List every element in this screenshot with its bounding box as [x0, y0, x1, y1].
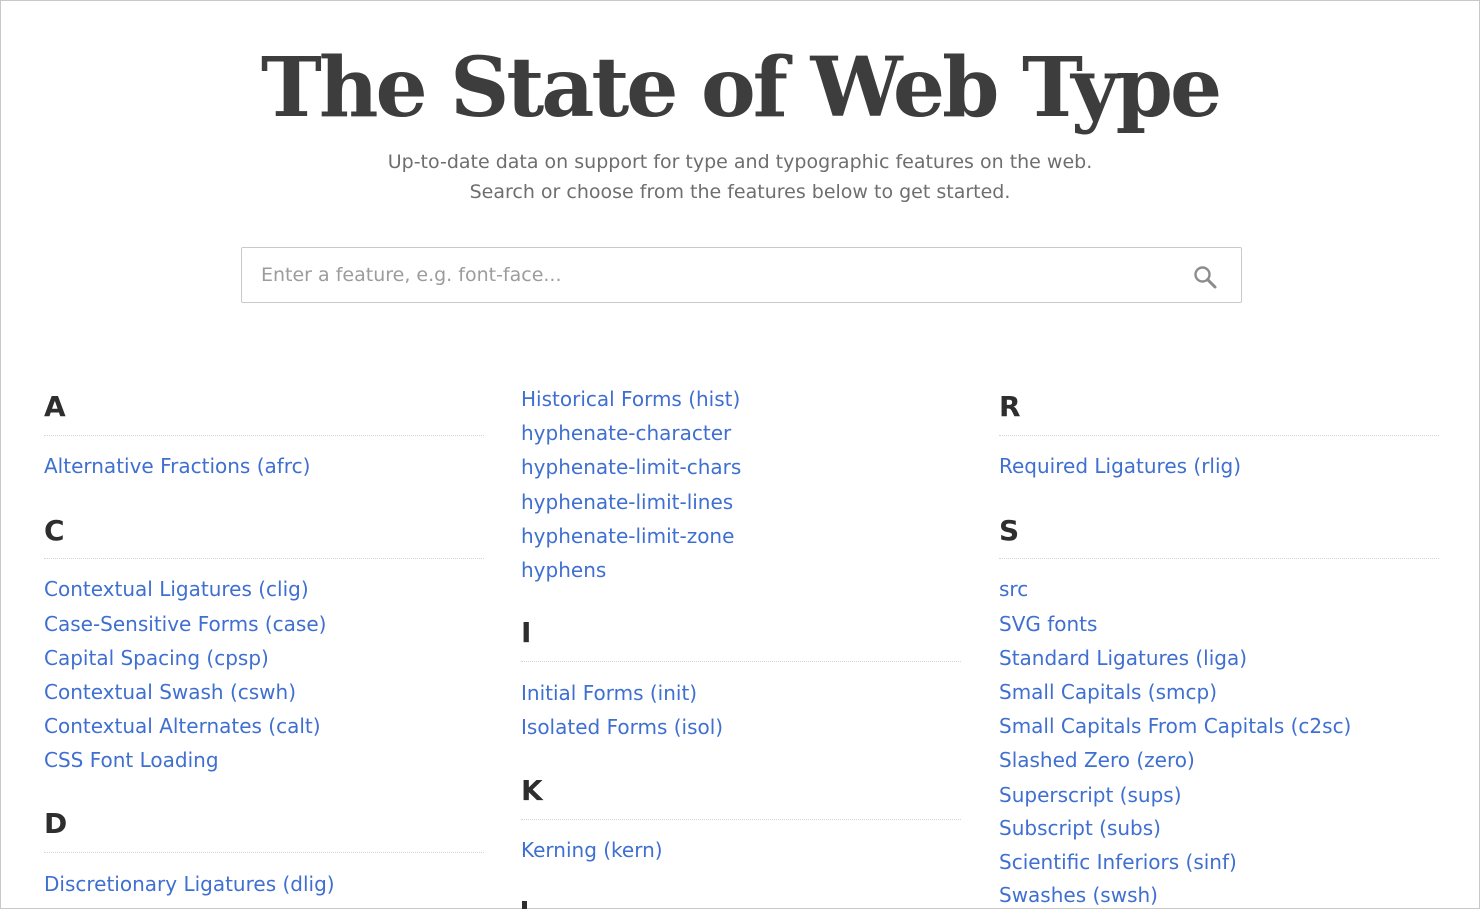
section-divider — [999, 558, 1439, 559]
feature-link[interactable]: hyphenate-limit-zone — [521, 523, 734, 549]
feature-link[interactable]: Isolated Forms (isol) — [521, 714, 723, 740]
section-letter-d: D — [44, 807, 68, 840]
feature-link[interactable]: SVG fonts — [999, 611, 1097, 637]
feature-link[interactable]: Required Ligatures (rlig) — [999, 453, 1241, 479]
feature-link[interactable]: Superscript (sups) — [999, 782, 1182, 808]
feature-link[interactable]: Kerning (kern) — [521, 837, 663, 863]
feature-link[interactable]: Scientific Inferiors (sinf) — [999, 849, 1237, 875]
feature-link[interactable]: Case-Sensitive Forms (case) — [44, 611, 326, 637]
page-subtitle-line-1: Up-to-date data on support for type and … — [387, 151, 1093, 173]
section-letter-a: A — [44, 390, 66, 423]
feature-link[interactable]: CSS Font Loading — [44, 747, 219, 773]
page-title: The State of Web Type — [260, 40, 1222, 136]
section-divider — [521, 661, 961, 662]
feature-link[interactable]: Standard Ligatures (liga) — [999, 645, 1247, 671]
feature-link[interactable]: Contextual Ligatures (clig) — [44, 576, 309, 602]
feature-link[interactable]: hyphenate-limit-lines — [521, 489, 733, 515]
feature-link[interactable]: Contextual Swash (cswh) — [44, 679, 296, 705]
section-letter-k: K — [521, 774, 543, 807]
feature-link[interactable]: hyphenate-limit-chars — [521, 454, 741, 480]
feature-link[interactable]: hyphens — [521, 557, 606, 583]
feature-link[interactable]: Subscript (subs) — [999, 815, 1161, 841]
feature-link[interactable]: Slashed Zero (zero) — [999, 747, 1195, 773]
feature-link[interactable]: src — [999, 576, 1028, 602]
section-divider — [44, 852, 484, 853]
section-divider — [999, 435, 1439, 436]
section-letter-cut-off — [522, 901, 527, 909]
feature-link[interactable]: Small Capitals From Capitals (c2sc) — [999, 713, 1351, 739]
feature-link[interactable]: Discretionary Ligatures (dlig) — [44, 871, 335, 897]
feature-link[interactable]: hyphenate-character — [521, 420, 731, 446]
section-divider — [521, 819, 961, 820]
feature-link[interactable]: Swashes (swsh) — [999, 882, 1158, 908]
section-letter-s: S — [999, 514, 1020, 547]
feature-link[interactable]: Capital Spacing (cpsp) — [44, 645, 269, 671]
feature-link[interactable]: Historical Forms (hist) — [521, 386, 740, 412]
section-letter-r: R — [999, 390, 1021, 423]
search-box — [241, 247, 1242, 303]
page-subtitle-line-2: Search or choose from the features below… — [469, 181, 1011, 203]
feature-link[interactable]: Alternative Fractions (afrc) — [44, 453, 310, 479]
search-icon[interactable] — [1192, 264, 1218, 290]
feature-link[interactable]: Small Capitals (smcp) — [999, 679, 1217, 705]
search-input[interactable] — [242, 248, 1172, 302]
section-letter-c: C — [44, 514, 65, 547]
feature-link[interactable]: Initial Forms (init) — [521, 680, 697, 706]
section-divider — [44, 435, 484, 436]
section-letter-i: I — [521, 616, 532, 649]
section-divider — [44, 558, 484, 559]
feature-link[interactable]: Contextual Alternates (calt) — [44, 713, 321, 739]
